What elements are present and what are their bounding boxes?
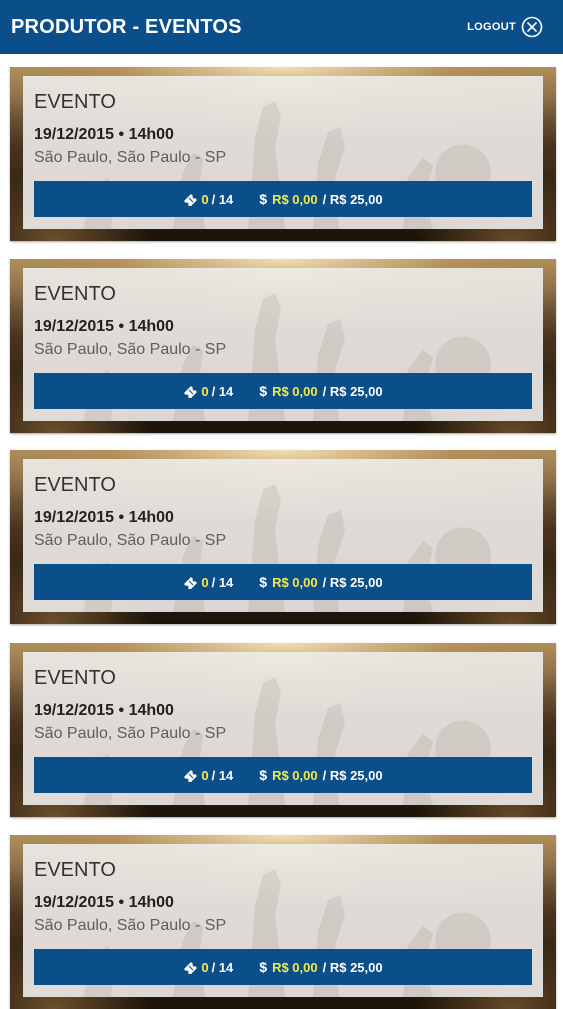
dollar-icon: $ <box>259 191 268 207</box>
tickets-stat: 0 / 14 <box>183 768 233 783</box>
dollar-icon: $ <box>259 767 268 783</box>
revenue-stat: $ R$ 0,00 / R$ 25,00 <box>259 767 382 783</box>
event-datetime: 19/12/2015 • 14h00 <box>34 318 174 335</box>
revenue-total: / R$ 25,00 <box>322 767 383 783</box>
app-header: PRODUTOR - EVENTOS LOGOUT <box>0 0 563 54</box>
event-card-content: EVENTO 19/12/2015 • 14h00 São Paulo, São… <box>23 76 543 229</box>
revenue-stat: $ R$ 0,00 / R$ 25,00 <box>259 191 382 207</box>
event-card-content: EVENTO 19/12/2015 • 14h00 São Paulo, São… <box>23 268 543 421</box>
event-datetime: 19/12/2015 • 14h00 <box>34 126 174 143</box>
event-card[interactable]: EVENTO 19/12/2015 • 14h00 São Paulo, São… <box>10 835 556 1009</box>
revenue-stat: $ R$ 0,00 / R$ 25,00 <box>259 959 382 975</box>
close-circle-icon <box>521 16 543 38</box>
revenue-total: / R$ 25,00 <box>322 191 383 207</box>
tickets-stat: 0 / 14 <box>183 384 233 399</box>
tickets-total: / 14 <box>211 191 234 207</box>
tickets-sold: 0 <box>201 383 209 399</box>
ticket-icon <box>184 385 198 398</box>
event-location: São Paulo, São Paulo - SP <box>34 149 227 166</box>
event-location: São Paulo, São Paulo - SP <box>34 532 227 549</box>
tickets-sold: 0 <box>201 191 209 207</box>
tickets-total: / 14 <box>211 574 234 590</box>
ticket-icon <box>184 193 198 206</box>
event-title: EVENTO <box>34 859 116 881</box>
revenue-total: / R$ 25,00 <box>322 383 383 399</box>
dollar-icon: $ <box>259 574 268 590</box>
event-title: EVENTO <box>34 283 116 305</box>
event-location: São Paulo, São Paulo - SP <box>34 725 227 742</box>
tickets-sold: 0 <box>201 959 209 975</box>
tickets-total: / 14 <box>211 959 234 975</box>
logout-button[interactable]: LOGOUT <box>467 16 543 38</box>
logout-label: LOGOUT <box>467 21 516 33</box>
event-stats-bar: 0 / 14 $ R$ 0,00 / R$ 25,00 <box>34 373 532 409</box>
event-stats-bar: 0 / 14 $ R$ 0,00 / R$ 25,00 <box>34 757 532 793</box>
event-location: São Paulo, São Paulo - SP <box>34 917 227 934</box>
ticket-icon <box>184 769 198 782</box>
event-stats-bar: 0 / 14 $ R$ 0,00 / R$ 25,00 <box>34 949 532 985</box>
tickets-total: / 14 <box>211 383 234 399</box>
event-location: São Paulo, São Paulo - SP <box>34 341 227 358</box>
event-title: EVENTO <box>34 667 116 689</box>
ticket-icon <box>184 961 198 974</box>
event-stats-bar: 0 / 14 $ R$ 0,00 / R$ 25,00 <box>34 564 532 600</box>
event-card-content: EVENTO 19/12/2015 • 14h00 São Paulo, São… <box>23 844 543 997</box>
ticket-icon <box>184 576 198 589</box>
event-card-content: EVENTO 19/12/2015 • 14h00 São Paulo, São… <box>23 652 543 805</box>
revenue-stat: $ R$ 0,00 / R$ 25,00 <box>259 383 382 399</box>
event-card[interactable]: EVENTO 19/12/2015 • 14h00 São Paulo, São… <box>10 259 556 433</box>
tickets-stat: 0 / 14 <box>183 960 233 975</box>
event-title: EVENTO <box>34 91 116 113</box>
tickets-stat: 0 / 14 <box>183 192 233 207</box>
event-card-content: EVENTO 19/12/2015 • 14h00 São Paulo, São… <box>23 459 543 612</box>
revenue-total: / R$ 25,00 <box>322 959 383 975</box>
event-card[interactable]: EVENTO 19/12/2015 • 14h00 São Paulo, São… <box>10 450 556 624</box>
event-datetime: 19/12/2015 • 14h00 <box>34 509 174 526</box>
event-datetime: 19/12/2015 • 14h00 <box>34 894 174 911</box>
page-title: PRODUTOR - EVENTOS <box>11 15 242 38</box>
revenue-current: R$ 0,00 <box>272 574 318 590</box>
event-title: EVENTO <box>34 474 116 496</box>
revenue-total: / R$ 25,00 <box>322 574 383 590</box>
dollar-icon: $ <box>259 959 268 975</box>
revenue-current: R$ 0,00 <box>272 959 318 975</box>
revenue-current: R$ 0,00 <box>272 191 318 207</box>
event-datetime: 19/12/2015 • 14h00 <box>34 702 174 719</box>
event-card[interactable]: EVENTO 19/12/2015 • 14h00 São Paulo, São… <box>10 67 556 241</box>
revenue-current: R$ 0,00 <box>272 383 318 399</box>
revenue-stat: $ R$ 0,00 / R$ 25,00 <box>259 574 382 590</box>
event-stats-bar: 0 / 14 $ R$ 0,00 / R$ 25,00 <box>34 181 532 217</box>
tickets-sold: 0 <box>201 767 209 783</box>
event-card[interactable]: EVENTO 19/12/2015 • 14h00 São Paulo, São… <box>10 643 556 817</box>
revenue-current: R$ 0,00 <box>272 767 318 783</box>
tickets-total: / 14 <box>211 767 234 783</box>
tickets-sold: 0 <box>201 574 209 590</box>
tickets-stat: 0 / 14 <box>183 575 233 590</box>
dollar-icon: $ <box>259 383 268 399</box>
